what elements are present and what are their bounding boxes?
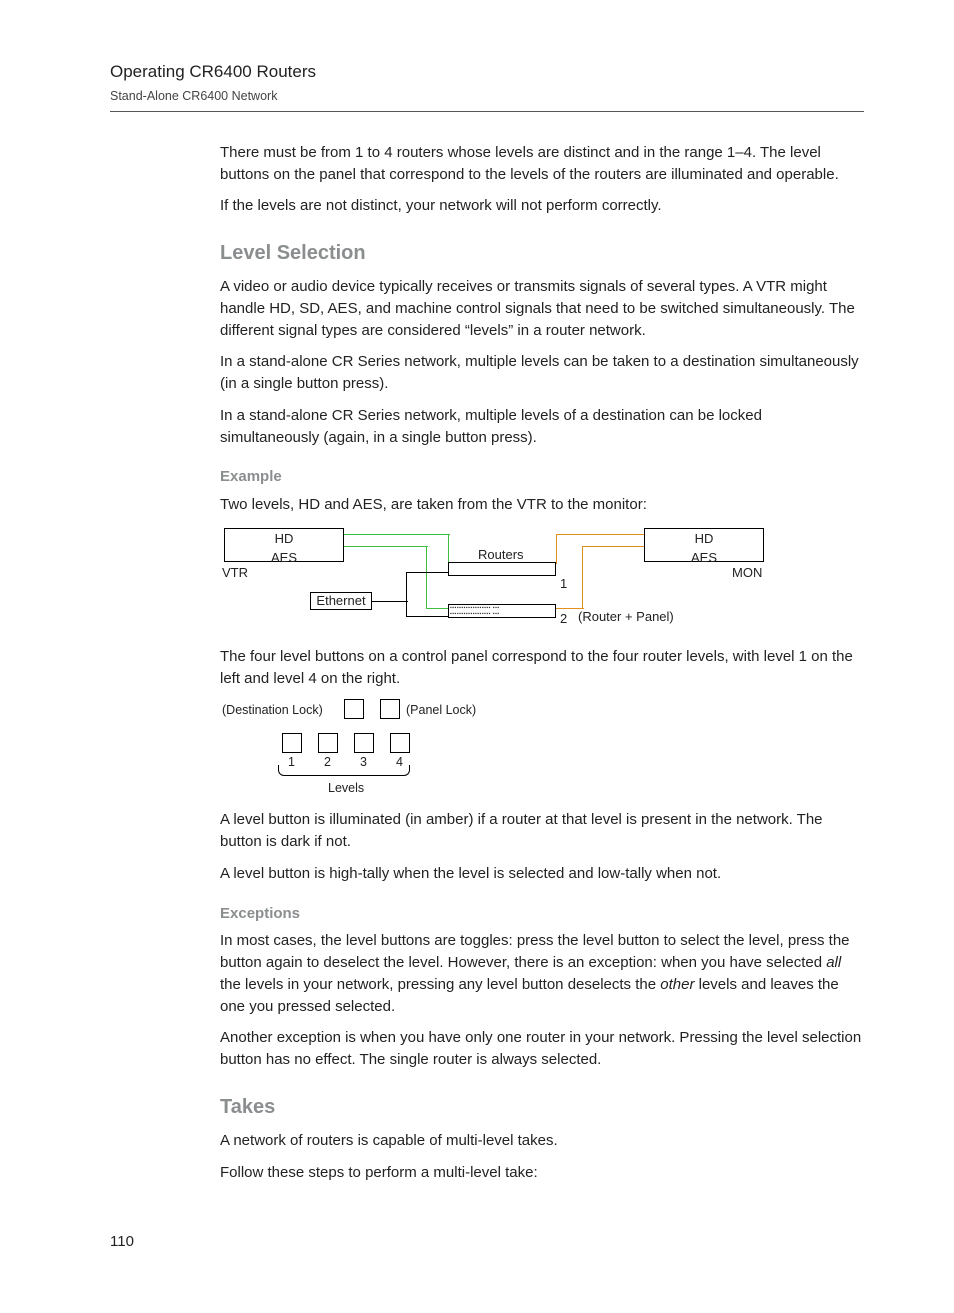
example-heading: Example [220,466,864,488]
level-button-2 [318,733,338,753]
header-rule [110,111,864,112]
panel-lock-button [380,699,400,719]
example-diagram-panel-buttons: (Destination Lock) (Panel Lock) 1 2 3 4 … [234,699,534,799]
page-header-subtitle: Stand-Alone CR6400 Network [110,87,864,105]
level-selection-heading: Level Selection [220,239,864,268]
level-button-3 [354,733,374,753]
example-diagram-network: HD AES VTR HD AES MON Routers 1 ▪▪▪▪▪▪▪▪… [224,526,764,636]
exceptions-p1b: the levels in your network, pressing any… [220,976,660,993]
mon-label: MON [732,564,762,583]
router-2-num: 2 [560,610,567,629]
takes-p2: Follow these steps to perform a multi-le… [220,1162,864,1184]
page-header-title: Operating CR6400 Routers [110,60,864,85]
exceptions-p1a: In most cases, the level buttons are tog… [220,932,850,971]
page-content: There must be from 1 to 4 routers whose … [220,142,864,1184]
exceptions-em-other: other [660,976,694,993]
example-after-1: The four level buttons on a control pane… [220,646,864,690]
level-button-1 [282,733,302,753]
vtr-label: VTR [222,564,248,583]
example-intro: Two levels, HD and AES, are taken from t… [220,494,864,516]
exceptions-em-all: all [826,954,841,971]
mon-box: HD AES [644,528,764,562]
levels-label: Levels [328,779,364,797]
router-1-num: 1 [560,575,567,594]
ethernet-box: Ethernet [310,592,372,610]
vtr-hd: HD [225,530,343,549]
level-selection-p2: In a stand-alone CR Series network, mult… [220,351,864,395]
router-panel-label: (Router + Panel) [578,608,674,627]
level-selection-p3: In a stand-alone CR Series network, mult… [220,405,864,449]
router-panel-buttons-icon: ▪▪▪▪▪▪▪▪▪▪▪▪▪▪▪▪▪▪ ▪▪▪▪▪▪▪▪▪▪▪▪▪▪▪▪▪▪▪▪▪… [450,605,554,617]
takes-heading: Takes [220,1093,864,1122]
level-button-4 [390,733,410,753]
mon-hd: HD [645,530,763,549]
levels-brace-icon [278,765,410,776]
router-1-box [448,562,556,576]
vtr-box: HD AES [224,528,344,562]
level-selection-p1: A video or audio device typically receiv… [220,276,864,341]
intro-paragraph-1: There must be from 1 to 4 routers whose … [220,142,864,186]
example-after-3: A level button is high-tally when the le… [220,863,864,885]
panel-lock-label: (Panel Lock) [406,701,476,719]
exceptions-p1: In most cases, the level buttons are tog… [220,930,864,1017]
destination-lock-button [344,699,364,719]
example-after-2: A level button is illuminated (in amber)… [220,809,864,853]
exceptions-heading: Exceptions [220,903,864,925]
exceptions-p2: Another exception is when you have only … [220,1027,864,1071]
intro-paragraph-2: If the levels are not distinct, your net… [220,195,864,217]
takes-p1: A network of routers is capable of multi… [220,1130,864,1152]
destination-lock-label: (Destination Lock) [222,701,323,719]
